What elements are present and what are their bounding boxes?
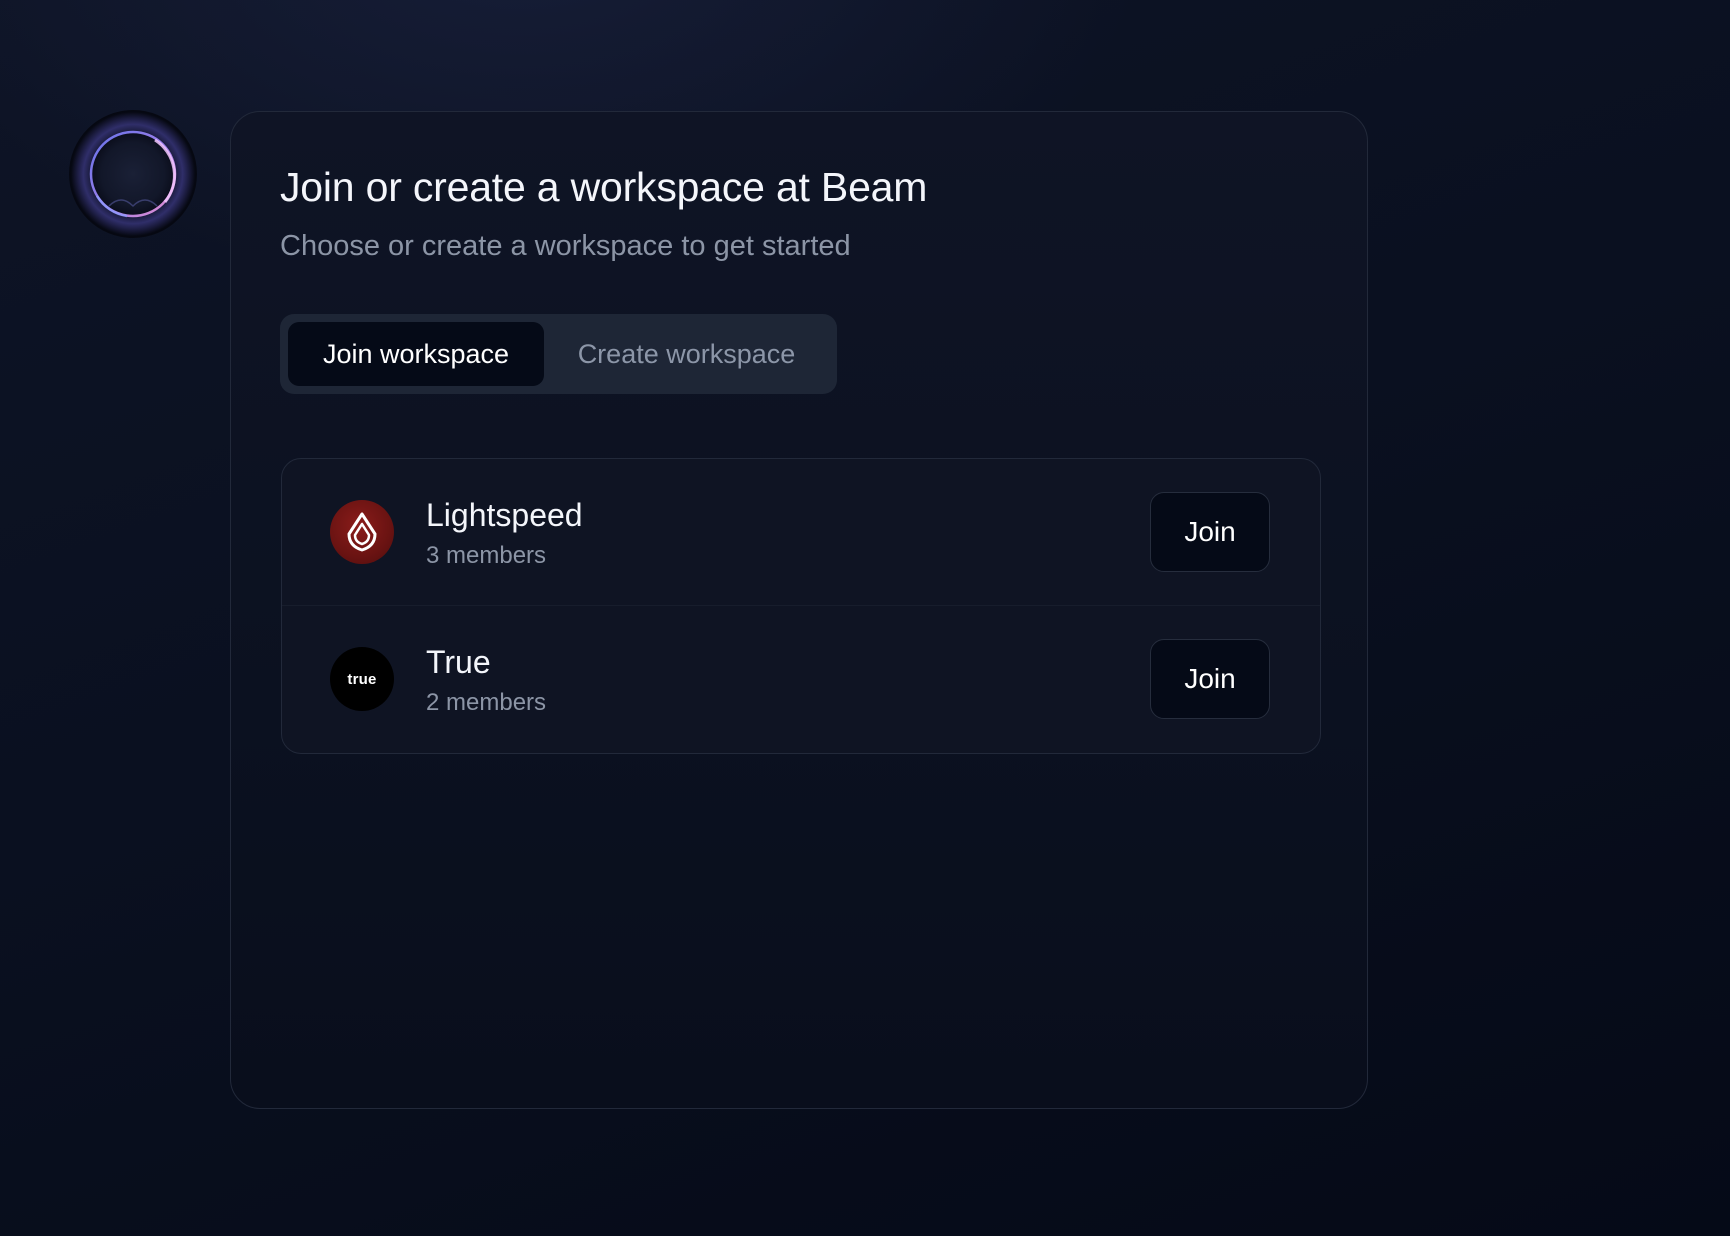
list-item: Lightspeed 3 members Join (282, 459, 1320, 605)
workspace-name: Lightspeed (426, 497, 583, 533)
workspace-name: True (426, 644, 491, 680)
workspace-member-count: 3 members (426, 542, 547, 569)
list-item: true True 2 members Join (282, 605, 1320, 752)
workspace-mode-tabs: Join workspace Create workspace (280, 314, 837, 394)
page-subtitle: Choose or create a workspace to get star… (280, 230, 851, 262)
workspace-card: Join or create a workspace at Beam Choos… (230, 111, 1368, 1109)
lightspeed-flame-icon (330, 500, 394, 564)
true-wordmark-icon: true (330, 647, 394, 711)
tab-create-workspace[interactable]: Create workspace (544, 322, 829, 386)
workspace-member-count: 2 members (426, 689, 547, 716)
join-button[interactable]: Join (1150, 492, 1270, 572)
true-logo-text: true (347, 670, 377, 688)
tab-join-workspace[interactable]: Join workspace (288, 322, 544, 386)
join-button[interactable]: Join (1150, 639, 1270, 719)
beam-orb-icon (69, 110, 197, 238)
workspace-list: Lightspeed 3 members Join true True 2 me… (281, 458, 1321, 754)
page-title: Join or create a workspace at Beam (280, 164, 928, 210)
